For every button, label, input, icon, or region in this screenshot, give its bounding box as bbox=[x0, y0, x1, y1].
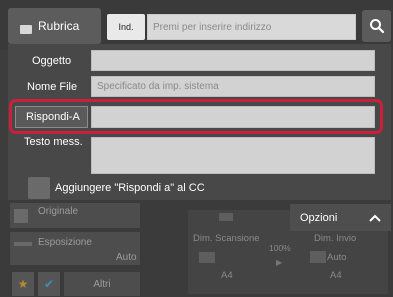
originale-label: Originale bbox=[38, 206, 79, 217]
esposizione-value: Auto bbox=[116, 252, 137, 263]
cc-label: Aggiungere "Rispondi a" al CC bbox=[55, 182, 205, 194]
dim-invio-label: Dim. Invio bbox=[314, 233, 357, 244]
send-paper-icon bbox=[310, 251, 326, 263]
ind-button[interactable]: Ind. bbox=[107, 14, 145, 40]
exposure-icon bbox=[14, 242, 32, 246]
originale-button[interactable]: Originale bbox=[10, 203, 140, 228]
nome-file-label: Nome File bbox=[27, 81, 78, 93]
oggetto-field[interactable] bbox=[91, 50, 375, 71]
testo-mess-field[interactable] bbox=[91, 137, 375, 174]
check-button[interactable]: ✔ bbox=[38, 272, 60, 296]
scan-size-value: A4 bbox=[221, 270, 233, 281]
highlight-frame bbox=[9, 99, 383, 134]
dim-scansione-label: Dim. Scansione bbox=[193, 233, 260, 244]
esposizione-label: Esposizione bbox=[38, 237, 92, 248]
search-button[interactable] bbox=[362, 10, 391, 42]
opzioni-label: Opzioni bbox=[300, 211, 338, 224]
scanner-icon bbox=[219, 213, 233, 221]
document-icon bbox=[14, 209, 28, 223]
oggetto-label: Oggetto bbox=[32, 55, 72, 67]
favorite-button[interactable]: ★ bbox=[12, 272, 34, 296]
address-book-icon bbox=[20, 24, 32, 34]
rubrica-label: Rubrica bbox=[38, 19, 80, 33]
check-icon: ✔ bbox=[43, 277, 55, 291]
address-input[interactable]: Premi per inserire indirizzo bbox=[147, 14, 356, 40]
opzioni-button[interactable]: Opzioni bbox=[290, 204, 391, 231]
send-size-value: A4 bbox=[330, 270, 342, 281]
cc-checkbox[interactable] bbox=[28, 177, 50, 199]
dim-invio-value: Auto bbox=[327, 252, 347, 263]
search-icon bbox=[369, 19, 384, 34]
testo-mess-label: Testo mess. bbox=[24, 136, 83, 148]
scan-paper-icon bbox=[199, 252, 215, 263]
chevron-up-icon bbox=[369, 214, 381, 222]
scale-value: 100% bbox=[269, 243, 291, 253]
rubrica-button[interactable]: Rubrica bbox=[8, 8, 101, 44]
star-icon: ★ bbox=[17, 277, 29, 291]
altri-button[interactable]: Altri bbox=[64, 272, 140, 296]
nome-file-field[interactable]: Specificato da imp. sistema bbox=[91, 76, 375, 97]
arrow-right-icon: ▶ bbox=[276, 258, 283, 267]
